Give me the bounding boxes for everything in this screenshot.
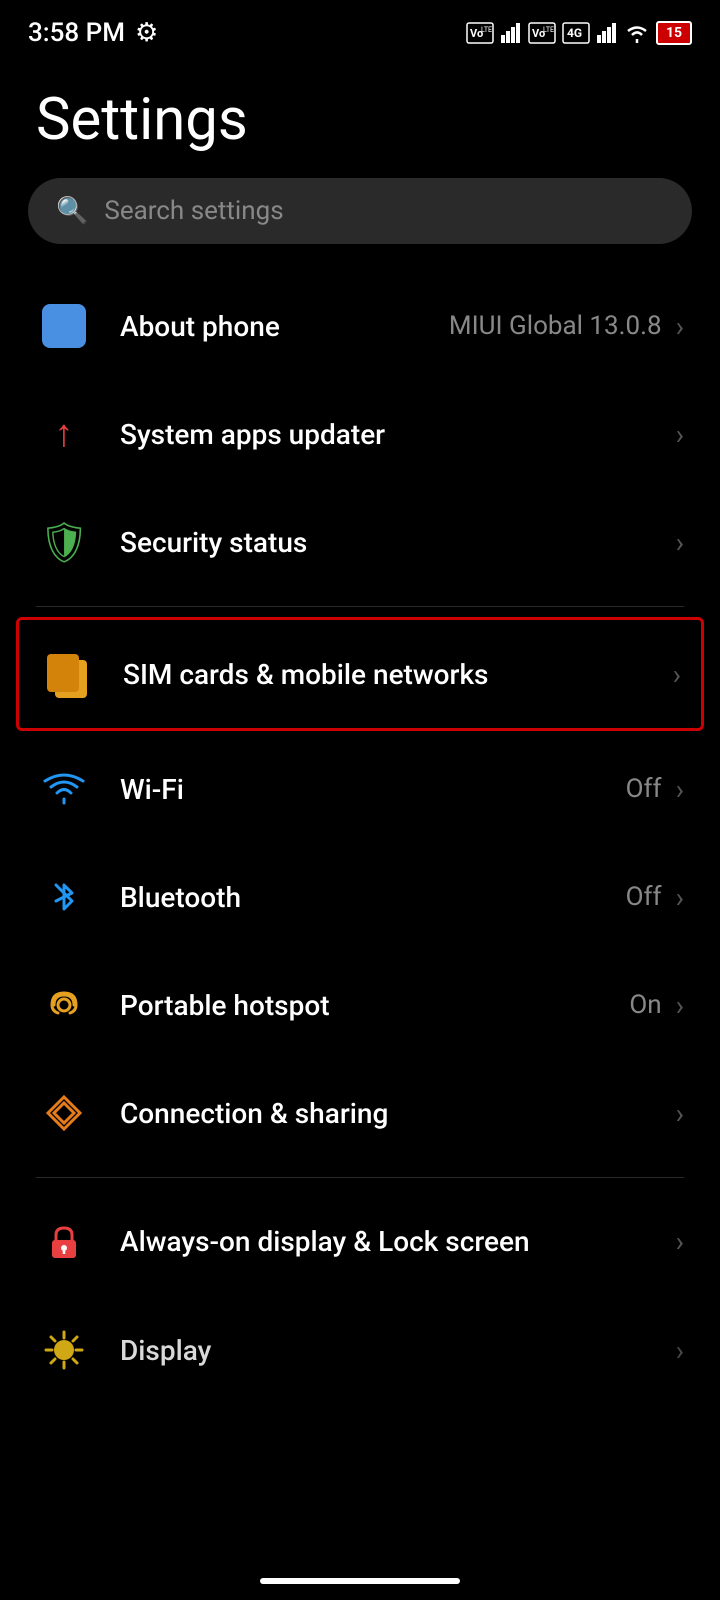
svg-text:LTE: LTE — [543, 26, 554, 34]
settings-item-sim-cards[interactable]: SIM cards & mobile networks › — [16, 617, 704, 731]
status-icons: Vo LTE Vo LTE 4G 15 — [466, 21, 692, 45]
volte-icon-2: Vo LTE — [528, 22, 556, 44]
page-title: Settings — [0, 56, 720, 178]
settings-item-about-phone[interactable]: About phone MIUI Global 13.0.8 › — [0, 272, 720, 380]
status-time: 3:58 PM ⚙ — [28, 18, 158, 48]
search-icon: 🔍 — [56, 196, 88, 226]
system-apps-icon: ↑ — [36, 406, 92, 462]
settings-item-bluetooth[interactable]: Bluetooth Off › — [0, 843, 720, 951]
display-icon — [36, 1322, 92, 1378]
4g-icon: 4G — [562, 22, 590, 44]
divider-2 — [36, 1177, 684, 1178]
connection-label: Connection & sharing — [120, 1097, 388, 1130]
signal-bars-1 — [500, 23, 522, 43]
sim-cards-icon — [39, 646, 95, 702]
gear-icon: ⚙ — [135, 18, 158, 48]
settings-item-wifi[interactable]: Wi-Fi Off › — [0, 735, 720, 843]
connection-icon — [36, 1085, 92, 1141]
svg-text:4G: 4G — [567, 26, 582, 40]
bluetooth-icon — [36, 869, 92, 925]
display-label: Display — [120, 1334, 211, 1367]
system-apps-label: System apps updater — [120, 418, 385, 451]
bottom-bar — [0, 1578, 720, 1584]
volte-icon: Vo LTE — [466, 22, 494, 44]
security-status-icon: 🛡 — [36, 514, 92, 570]
bluetooth-label: Bluetooth — [120, 881, 241, 914]
settings-item-security-status[interactable]: 🛡 Security status › — [0, 488, 720, 596]
about-phone-icon — [36, 298, 92, 354]
battery-indicator: 15 — [656, 21, 692, 45]
wifi-chevron: › — [676, 773, 684, 806]
about-phone-label: About phone — [120, 310, 280, 343]
settings-item-portable-hotspot[interactable]: Portable hotspot On › — [0, 951, 720, 1059]
wifi-status-icon — [624, 23, 650, 43]
wifi-icon — [36, 761, 92, 817]
settings-item-always-on-display[interactable]: Always-on display & Lock screen › — [0, 1188, 720, 1296]
divider-1 — [36, 606, 684, 607]
search-bar[interactable]: 🔍 Search settings — [28, 178, 692, 244]
about-phone-value: MIUI Global 13.0.8 — [449, 311, 662, 341]
display-chevron: › — [676, 1334, 684, 1367]
always-on-chevron: › — [676, 1225, 684, 1258]
bluetooth-chevron: › — [676, 881, 684, 914]
about-phone-chevron: › — [676, 310, 684, 343]
hotspot-value: On — [629, 990, 661, 1020]
hotspot-chevron: › — [676, 989, 684, 1022]
wifi-label: Wi-Fi — [120, 773, 184, 806]
security-status-chevron: › — [676, 526, 684, 559]
battery-level: 15 — [666, 25, 682, 41]
bluetooth-value: Off — [626, 882, 662, 912]
search-placeholder: Search settings — [104, 196, 283, 226]
hotspot-icon — [36, 977, 92, 1033]
system-apps-chevron: › — [676, 418, 684, 451]
settings-item-display[interactable]: Display › — [0, 1296, 720, 1404]
hotspot-label: Portable hotspot — [120, 989, 330, 1022]
sim-cards-label: SIM cards & mobile networks — [123, 658, 488, 691]
wifi-value: Off — [626, 774, 662, 804]
security-status-label: Security status — [120, 526, 307, 559]
signal-bars-2 — [596, 23, 618, 43]
settings-item-system-apps-updater[interactable]: ↑ System apps updater › — [0, 380, 720, 488]
lock-icon — [36, 1214, 92, 1270]
status-bar: 3:58 PM ⚙ Vo LTE Vo LTE 4G — [0, 0, 720, 56]
always-on-label: Always-on display & Lock screen — [120, 1224, 530, 1260]
sim-cards-chevron: › — [673, 658, 681, 691]
bottom-indicator — [260, 1578, 460, 1584]
svg-text:LTE: LTE — [481, 26, 492, 34]
settings-item-connection-sharing[interactable]: Connection & sharing › — [0, 1059, 720, 1167]
time-display: 3:58 PM — [28, 18, 125, 48]
connection-chevron: › — [676, 1097, 684, 1130]
